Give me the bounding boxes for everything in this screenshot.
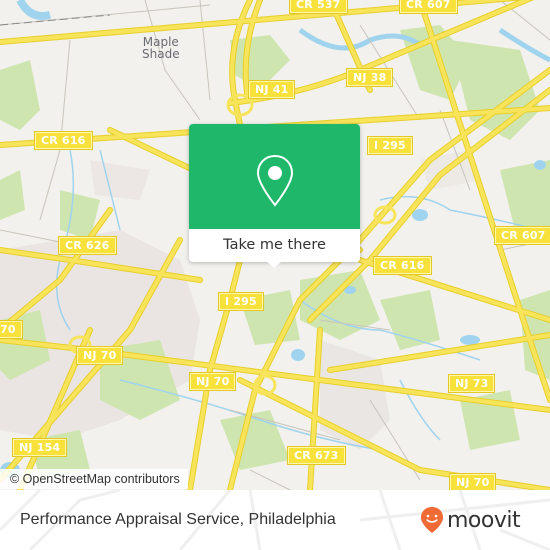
road-label: NJ 154 [11, 438, 68, 457]
road-label: NJ 70 [75, 346, 124, 365]
moovit-logo[interactable]: moovit [420, 500, 521, 540]
place-label-text: Maple Shade [142, 35, 180, 61]
road-label: CR 607 [494, 226, 550, 245]
road-label: CR 616 [34, 131, 93, 150]
popup-tail [266, 261, 282, 268]
moovit-smiley-pin-icon [421, 507, 443, 533]
take-me-there-button[interactable]: Take me there [189, 229, 360, 262]
road-label: NJ 70 [188, 372, 237, 391]
take-me-there-popup[interactable]: Take me there [189, 124, 360, 268]
footer-bar: Performance Appraisal Service, Philadelp… [0, 490, 550, 550]
road-label: NJ 41 [247, 80, 296, 99]
place-title: Performance Appraisal Service, Philadelp… [20, 511, 336, 528]
popup-header [189, 124, 360, 229]
road-label: CR 537 [289, 0, 348, 14]
map-attribution[interactable]: © OpenStreetMap contributors [0, 469, 188, 489]
road-label: NJ 70 [448, 473, 497, 490]
road-label: 70 [0, 320, 23, 339]
road-label: I 295 [218, 292, 264, 311]
road-label: I 295 [367, 136, 413, 155]
road-label: CR 607 [399, 0, 458, 14]
road-label: NJ 73 [447, 374, 496, 393]
road-label: CR 673 [287, 446, 346, 465]
moovit-wordmark: moovit [447, 507, 521, 533]
road-label: CR 626 [58, 236, 117, 255]
map-pin-icon [256, 154, 294, 207]
road-label: CR 616 [373, 256, 432, 275]
road-label: NJ 38 [345, 68, 394, 87]
place-label-maple-shade: Maple Shade [142, 36, 180, 60]
map-view[interactable]: Maple Shade CR 537 CR 607 NJ 38 NJ 41 CR … [0, 0, 550, 490]
